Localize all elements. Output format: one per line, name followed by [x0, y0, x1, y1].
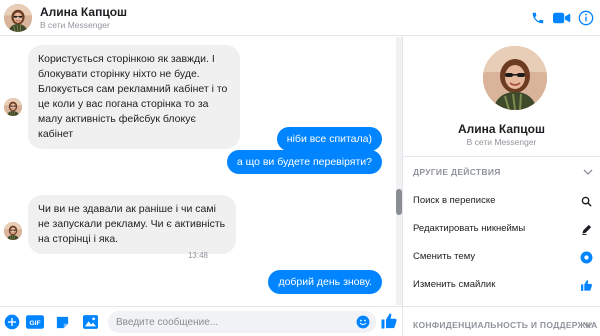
section-privacy-support[interactable]: КОНФИДЕНЦИАЛЬНОСТЬ И ПОДДЕРЖКА	[413, 320, 598, 330]
message-timestamp: 13:48	[187, 251, 209, 260]
message-thread: Користується сторінкою як завжди. І блок…	[0, 37, 396, 305]
pencil-icon	[579, 222, 593, 236]
contact-name[interactable]: Алина Капцош	[40, 5, 127, 19]
conversation-header: Алина Капцош В сети Messenger	[0, 0, 600, 36]
phone-icon[interactable]	[528, 9, 548, 27]
profile-status: В сети Messenger	[466, 137, 537, 147]
message-composer: GIF	[0, 306, 402, 336]
chevron-down-icon[interactable]	[582, 166, 594, 178]
incoming-message[interactable]: Користується сторінкою як завжди. І блок…	[28, 45, 240, 149]
sender-avatar[interactable]	[4, 98, 22, 116]
profile-name[interactable]: Алина Капцош	[403, 122, 600, 136]
video-icon[interactable]	[552, 9, 572, 27]
like-icon[interactable]	[380, 312, 398, 330]
panel-item-search[interactable]: Поиск в переписке	[413, 191, 593, 211]
info-icon[interactable]	[576, 9, 596, 27]
sender-avatar[interactable]	[4, 222, 22, 240]
divider	[403, 306, 600, 307]
chevron-down-icon[interactable]	[582, 319, 594, 331]
photo-icon[interactable]	[82, 314, 98, 330]
outgoing-message[interactable]: ніби все спитала)	[276, 127, 382, 151]
panel-item-label: Сменить тему	[413, 251, 476, 262]
plus-icon[interactable]	[4, 314, 20, 330]
conversation-info-panel: Алина Капцош В сети Messenger ДРУГИЕ ДЕЙ…	[403, 36, 600, 336]
gif-label: GIF	[29, 320, 40, 327]
panel-item-change-emoji[interactable]: Изменить смайлик	[413, 275, 593, 295]
outgoing-message[interactable]: а що ви будете перевіряти?	[226, 150, 382, 174]
search-icon	[579, 194, 593, 208]
incoming-message[interactable]: Чи ви не здавали ак раніше і чи самі не …	[28, 195, 236, 254]
contact-avatar[interactable]	[4, 4, 32, 32]
panel-item-label: Редактировать никнеймы	[413, 223, 526, 234]
gif-icon[interactable]: GIF	[26, 314, 44, 330]
panel-item-edit-nicknames[interactable]: Редактировать никнеймы	[413, 219, 593, 239]
section-other-actions[interactable]: ДРУГИЕ ДЕЙСТВИЯ	[413, 167, 501, 177]
message-input[interactable]	[108, 311, 376, 333]
sticker-icon[interactable]	[54, 314, 70, 330]
panel-item-label: Поиск в переписке	[413, 195, 496, 206]
emoji-icon[interactable]	[356, 315, 370, 329]
like-icon	[579, 278, 593, 292]
outgoing-message[interactable]: добрий день знову.	[268, 270, 382, 294]
profile-avatar[interactable]	[483, 46, 547, 110]
theme-icon	[579, 250, 593, 264]
panel-item-change-theme[interactable]: Сменить тему	[413, 247, 593, 267]
divider	[403, 156, 600, 157]
panel-item-label: Изменить смайлик	[413, 279, 496, 290]
contact-status: В сети Messenger	[40, 20, 110, 30]
